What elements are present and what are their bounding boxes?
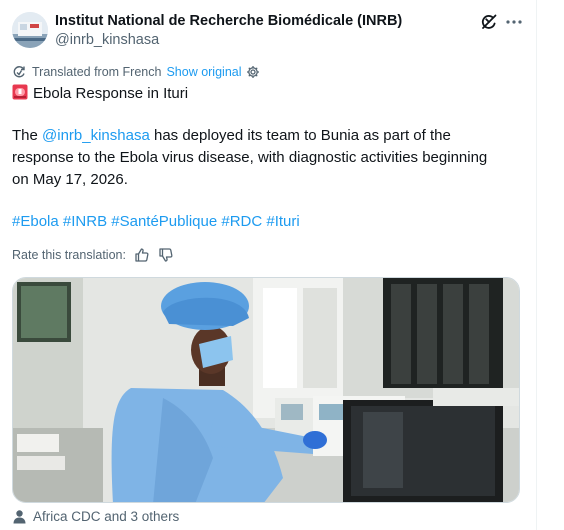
translation-notice: Translated from French Show original bbox=[12, 64, 260, 80]
post-text-segment: has deployed its team to Bunia as part o… bbox=[149, 127, 451, 144]
column-border bbox=[536, 0, 537, 530]
post-body-line-3: on May 17, 2026. bbox=[12, 171, 128, 188]
hashtag-line: #Ebola #INRB #SantéPublique #RDC #Ituri bbox=[12, 211, 300, 233]
thumbs-down-icon[interactable] bbox=[158, 247, 174, 263]
post-body-line-1: The @inrb_kinshasa has deployed its team… bbox=[12, 125, 451, 147]
post-title: Ebola Response in Ituri bbox=[33, 85, 189, 102]
show-original-link[interactable]: Show original bbox=[166, 65, 241, 79]
mention-link[interactable]: @inrb_kinshasa bbox=[42, 127, 150, 144]
author-handle[interactable]: @inrb_kinshasa bbox=[55, 32, 159, 48]
translate-icon bbox=[12, 65, 26, 79]
translation-label: Translated from French bbox=[32, 65, 162, 79]
siren-emoji bbox=[12, 84, 28, 100]
avatar[interactable] bbox=[12, 12, 48, 48]
grok-icon[interactable] bbox=[480, 13, 498, 31]
hashtag-link[interactable]: #Ebola bbox=[12, 213, 59, 230]
post-header: Institut National de Recherche Biomédica… bbox=[12, 11, 522, 51]
post-title-line: Ebola Response in Ituri bbox=[12, 83, 188, 105]
tagged-users[interactable]: Africa CDC and 3 others bbox=[12, 507, 179, 525]
hashtag-link[interactable]: #Ituri bbox=[266, 213, 299, 230]
rate-label: Rate this translation: bbox=[12, 248, 126, 262]
hashtag-link[interactable]: #RDC bbox=[221, 213, 262, 230]
hashtag-link[interactable]: #INRB bbox=[63, 213, 107, 230]
hashtag-link[interactable]: #SantéPublique bbox=[111, 213, 217, 230]
author-name[interactable]: Institut National de Recherche Biomédica… bbox=[55, 13, 402, 29]
rate-translation: Rate this translation: bbox=[12, 246, 174, 264]
post-body-line-2: response to the Ebola virus disease, wit… bbox=[12, 149, 488, 166]
post-photo[interactable] bbox=[12, 277, 520, 503]
settings-icon[interactable] bbox=[246, 65, 260, 79]
more-icon[interactable] bbox=[504, 12, 524, 32]
person-icon bbox=[12, 509, 27, 524]
tagged-text: Africa CDC and 3 others bbox=[33, 508, 180, 524]
thumbs-up-icon[interactable] bbox=[134, 247, 150, 263]
post-text-segment: The bbox=[12, 127, 43, 144]
